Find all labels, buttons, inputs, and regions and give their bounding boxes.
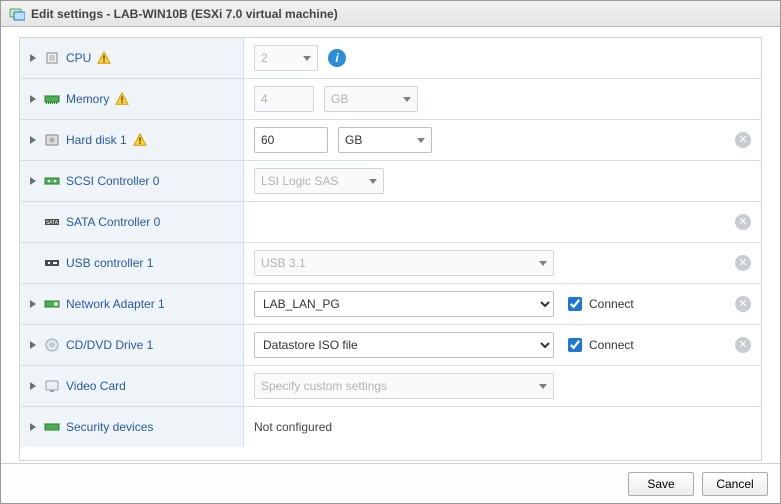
label-security: Security devices [66,420,153,434]
harddisk-icon [44,133,60,147]
scsi-icon [44,174,60,188]
row-cpu: CPU 2 i [20,38,761,78]
remove-sata0-button[interactable] [735,214,751,230]
video-settings-select[interactable]: Specify custom settings [254,373,554,399]
chevron-down-icon [303,56,311,61]
cddvd-icon [44,338,60,352]
cpu-count-select[interactable]: 2 [254,45,318,71]
expander-cpu[interactable] [30,54,38,62]
net1-portgroup-select[interactable]: LAB_LAN_PG [254,291,554,317]
row-security: Security devices Not configured [20,406,761,447]
warning-icon [133,133,147,147]
video-card-icon [44,379,60,393]
save-button[interactable]: Save [628,472,694,496]
label-cddvd1: CD/DVD Drive 1 [66,338,153,352]
scsi0-type-select[interactable]: LSI Logic SAS [254,168,384,194]
row-cddvd1: CD/DVD Drive 1 Datastore ISO file Connec… [20,324,761,365]
row-memory: Memory GB [20,78,761,119]
usb-icon [44,256,60,270]
sata-icon: SATA [44,215,60,229]
chevron-down-icon [539,384,547,389]
row-scsi0: SCSI Controller 0 LSI Logic SAS [20,160,761,201]
network-adapter-icon [44,297,60,311]
titlebar: Edit settings - LAB-WIN10B (ESXi 7.0 vir… [1,1,780,27]
vm-settings-icon [9,7,25,21]
row-sata0: SATA SATA Controller 0 [20,201,761,242]
remove-harddisk1-button[interactable] [735,132,751,148]
cddvd1-source-select[interactable]: Datastore ISO file [254,332,554,358]
remove-usb1-button[interactable] [735,255,751,271]
label-video: Video Card [66,379,126,393]
expander-net1[interactable] [30,300,38,308]
settings-panel: CPU 2 i [19,37,762,461]
usb1-type-select[interactable]: USB 3.1 [254,250,554,276]
chevron-down-icon [417,138,425,143]
security-status-text: Not configured [254,420,332,434]
svg-text:SATA: SATA [46,220,59,226]
harddisk1-size-input[interactable] [254,127,328,153]
dialog-window: Edit settings - LAB-WIN10B (ESXi 7.0 vir… [0,0,781,504]
cddvd1-connect-checkbox[interactable]: Connect [564,335,634,355]
memory-unit-select[interactable]: GB [324,86,418,112]
harddisk1-unit-select[interactable]: GB [338,127,432,153]
cancel-button[interactable]: Cancel [702,472,768,496]
expander-security[interactable] [30,423,38,431]
memory-icon [44,92,60,106]
expander-scsi0[interactable] [30,177,38,185]
dialog-footer: Save Cancel [1,463,780,503]
row-net1: Network Adapter 1 LAB_LAN_PG Connect [20,283,761,324]
chevron-down-icon [539,261,547,266]
expander-cddvd1[interactable] [30,341,38,349]
row-video: Video Card Specify custom settings [20,365,761,406]
label-sata0: SATA Controller 0 [66,215,160,229]
window-title: Edit settings - LAB-WIN10B (ESXi 7.0 vir… [31,7,338,21]
label-memory: Memory [66,92,109,106]
warning-icon [115,92,129,106]
security-device-icon [44,420,60,434]
label-net1: Network Adapter 1 [66,297,165,311]
info-icon[interactable]: i [328,49,346,67]
label-cpu: CPU [66,51,91,65]
chevron-down-icon [369,179,377,184]
label-scsi0: SCSI Controller 0 [66,174,159,188]
expander-sata0-placeholder [30,218,38,226]
label-harddisk1: Hard disk 1 [66,133,127,147]
remove-cddvd1-button[interactable] [735,337,751,353]
expander-usb1-placeholder [30,259,38,267]
expander-harddisk1[interactable] [30,136,38,144]
row-usb1: USB controller 1 USB 3.1 [20,242,761,283]
label-usb1: USB controller 1 [66,256,153,270]
expander-memory[interactable] [30,95,38,103]
memory-size-input[interactable] [254,86,314,112]
cpu-icon [44,51,60,65]
expander-video[interactable] [30,382,38,390]
net1-connect-checkbox[interactable]: Connect [564,294,634,314]
chevron-down-icon [403,97,411,102]
remove-net1-button[interactable] [735,296,751,312]
warning-icon [97,51,111,65]
row-harddisk1: Hard disk 1 GB [20,119,761,160]
